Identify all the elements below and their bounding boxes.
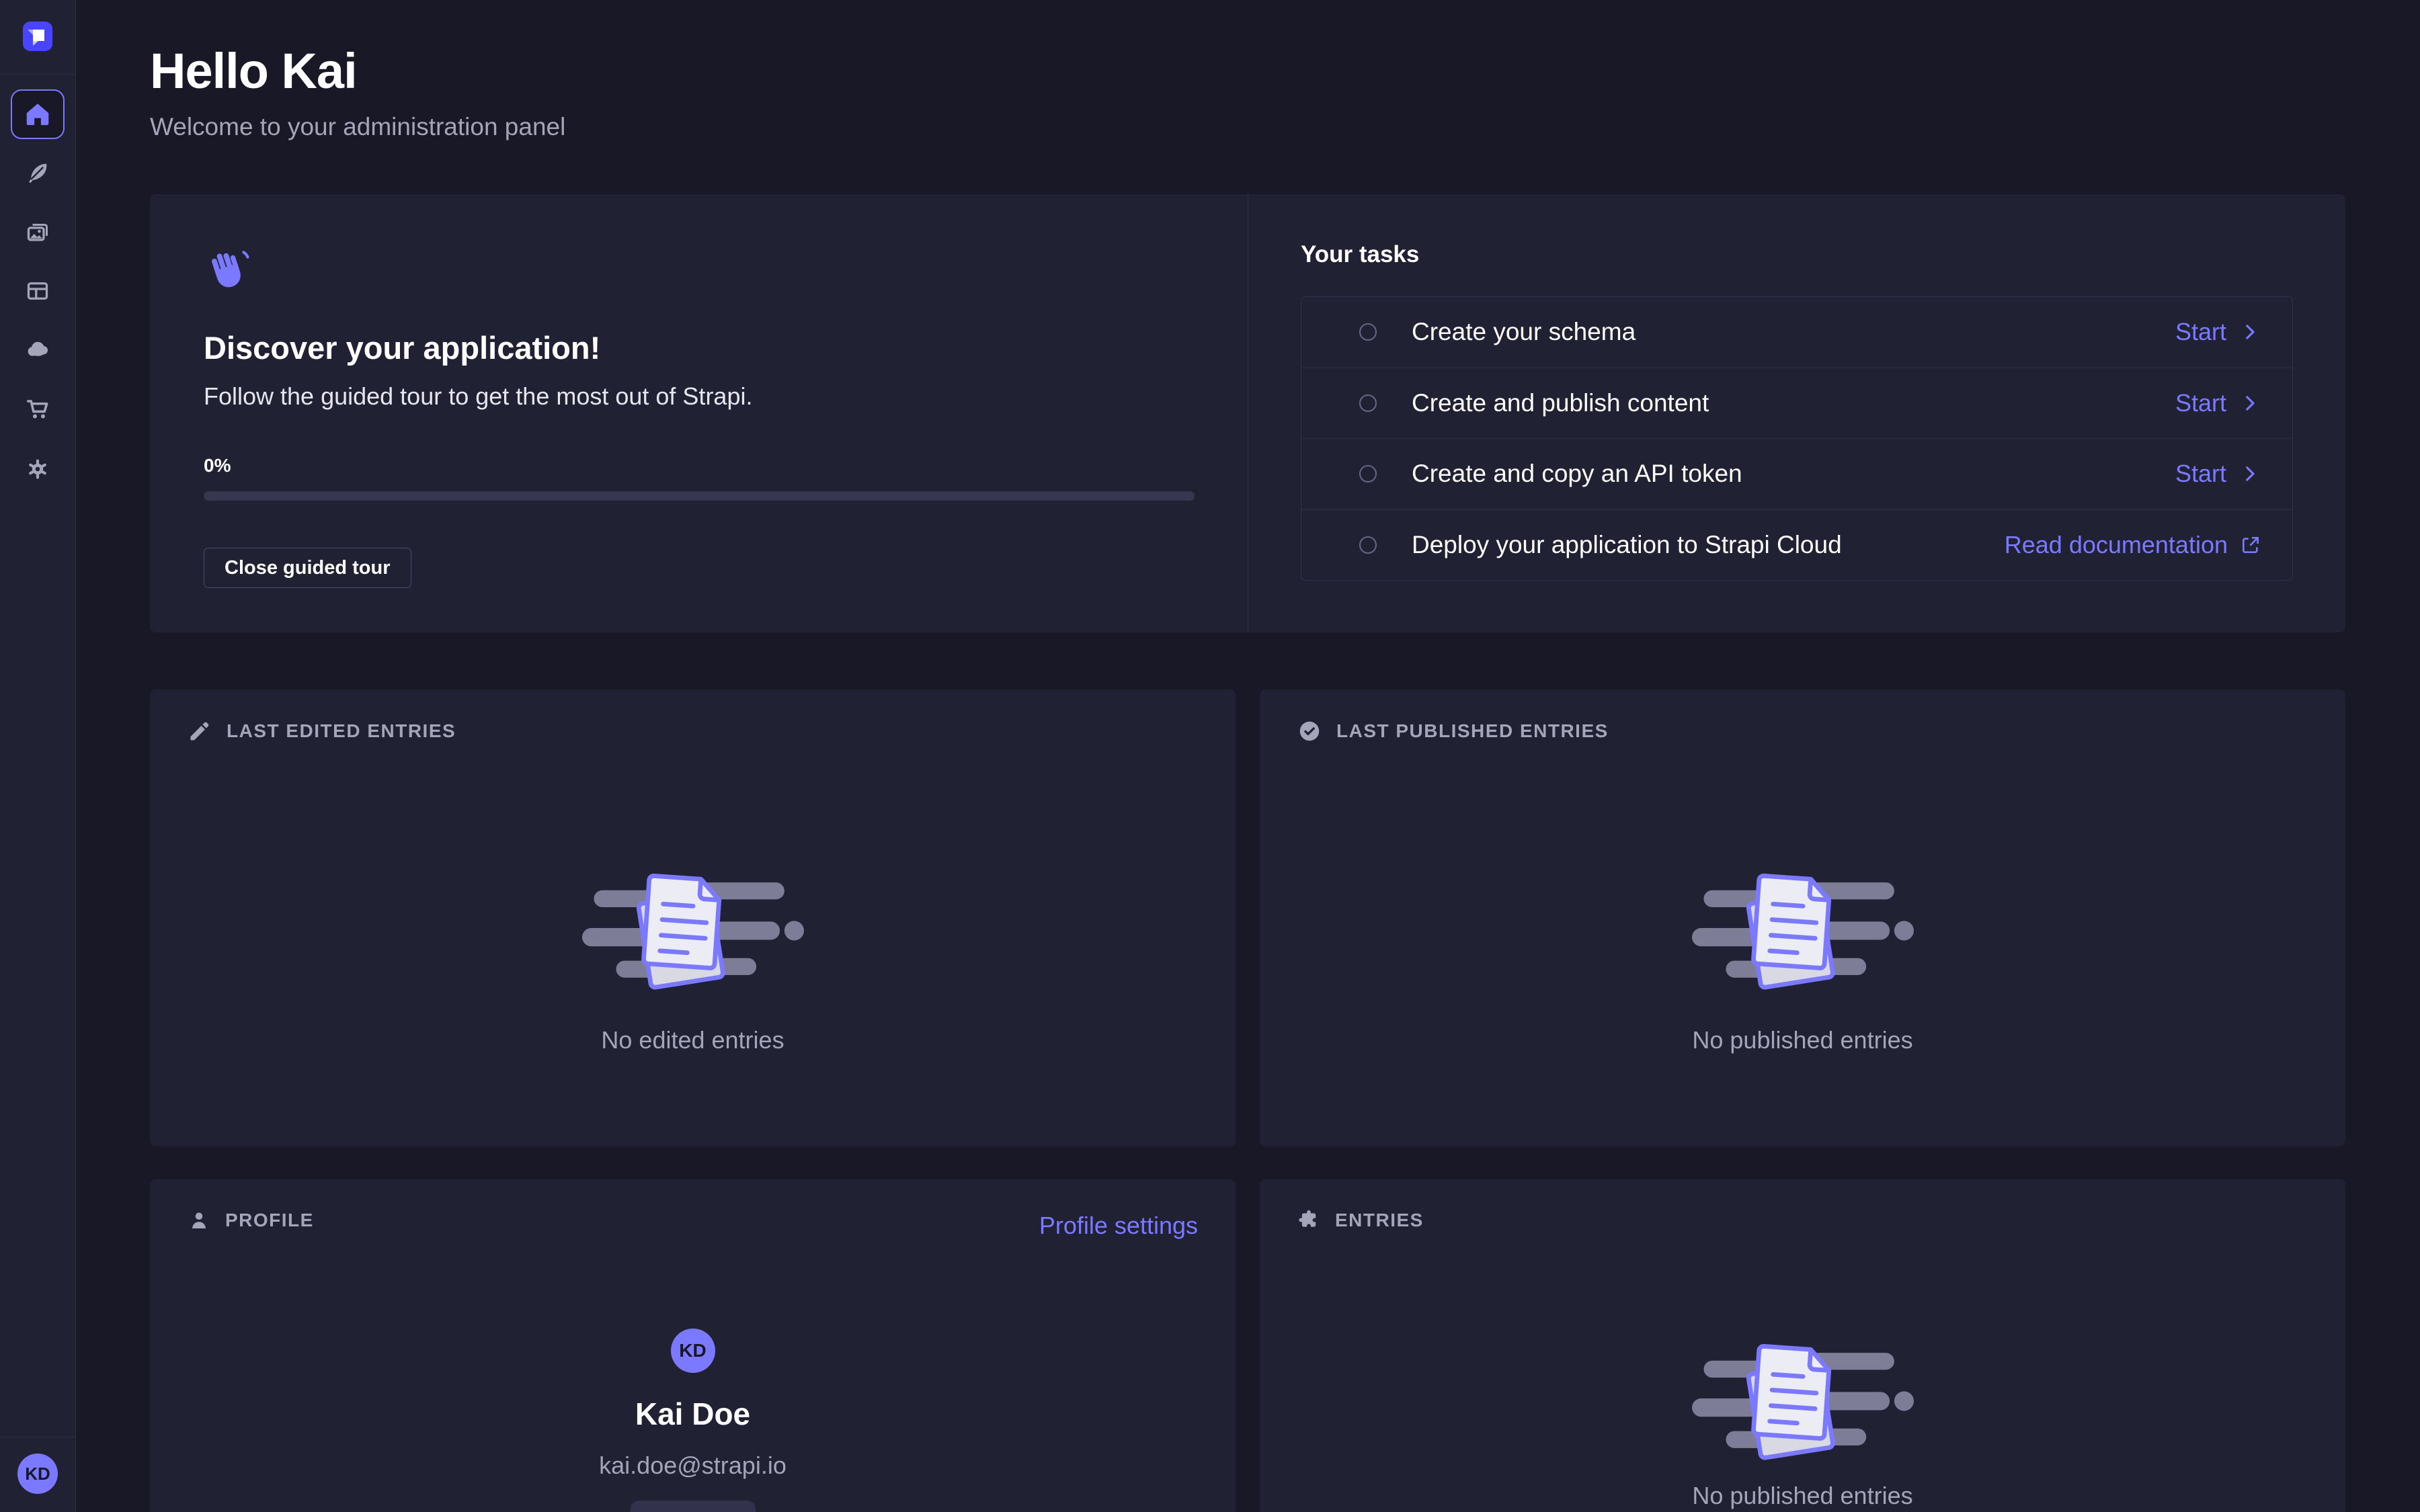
task-label: Create your schema [1412,318,2175,346]
last-published-entries-card: LAST PUBLISHED ENTRIES [1260,689,2345,1146]
guided-tour-pane: Discover your application! Follow the gu… [150,194,1248,632]
sidebar-item-media-library[interactable] [25,219,50,245]
documents-illustration [1692,1333,1914,1467]
sidebar: KD [0,0,76,1512]
tasks-list: Create your schema Start Create and publ… [1301,296,2293,581]
progress-bar [204,491,1195,501]
card-title: LAST PUBLISHED ENTRIES [1336,720,1609,742]
card-title: ENTRIES [1335,1210,1424,1231]
sidebar-item-marketplace[interactable] [25,396,50,422]
task-status-circle [1359,465,1377,482]
guided-tour-card: Discover your application! Follow the gu… [150,194,2345,632]
images-icon [26,220,50,244]
task-action-label: Read documentation [2005,531,2228,559]
task-row-api-token[interactable]: Create and copy an API token Start [1301,438,2292,509]
empty-state [1692,1333,1914,1470]
profile-role-badge [631,1501,756,1512]
empty-state-caption: No edited entries [601,1026,784,1054]
chevron-right-icon [2238,321,2261,343]
documents-illustration [1692,862,1914,997]
chevron-right-icon [2238,462,2261,485]
task-row-create-schema[interactable]: Create your schema Start [1301,297,2292,368]
sidebar-item-content-manager[interactable] [25,160,50,185]
read-documentation-link[interactable]: Read documentation [2005,531,2261,559]
cart-icon [26,397,50,421]
task-start-link[interactable]: Start [2175,460,2261,488]
profile-card: PROFILE Profile settings KD Kai Doe kai.… [150,1179,1236,1512]
person-icon [188,1209,210,1232]
card-header: LAST EDITED ENTRIES [188,719,456,743]
check-circle-icon [1297,719,1322,743]
progress-percent-label: 0% [204,455,1194,476]
card-header: PROFILE [188,1209,314,1232]
task-label: Create and copy an API token [1412,460,2175,488]
empty-state: No published entries [1260,770,2345,1146]
chevron-right-icon [2238,392,2261,415]
task-status-circle [1359,394,1377,412]
cloud-icon [25,337,50,363]
feather-icon [26,161,50,185]
user-avatar[interactable]: KD [17,1454,58,1494]
last-edited-entries-card: LAST EDITED ENTRIES [150,689,1236,1146]
strapi-logo[interactable] [23,22,52,51]
task-status-circle [1359,536,1377,554]
card-title: PROFILE [225,1210,314,1231]
puzzle-icon [1297,1209,1320,1232]
profile-name: Kai Doe [150,1396,1236,1432]
tasks-pane: Your tasks Create your schema Start Crea… [1248,194,2345,632]
page-title: Hello Kai [150,40,357,102]
empty-state-caption: No published entries [1260,1482,2345,1510]
waving-hand-icon [204,247,252,295]
profile-email: kai.doe@strapi.io [150,1452,1236,1480]
external-link-icon [2240,534,2261,556]
documents-illustration [582,862,804,997]
sidebar-item-cloud[interactable] [25,337,50,363]
entries-card: ENTRIES [1260,1179,2345,1512]
card-header: LAST PUBLISHED ENTRIES [1297,719,1609,743]
close-guided-tour-button[interactable]: Close guided tour [204,548,411,588]
task-action-label: Start [2175,460,2226,488]
sidebar-item-settings[interactable] [25,456,50,482]
sidebar-item-home[interactable] [11,89,65,139]
task-row-publish-content[interactable]: Create and publish content Start [1301,368,2292,439]
tasks-heading: Your tasks [1301,241,2293,268]
empty-state: No edited entries [150,770,1236,1146]
gear-icon [26,457,50,481]
task-action-label: Start [2175,318,2226,346]
pencil-icon [188,719,212,743]
task-label: Deploy your application to Strapi Cloud [1412,531,2005,559]
task-action-label: Start [2175,389,2226,417]
empty-state-caption: No published entries [1692,1026,1912,1054]
task-status-circle [1359,323,1377,341]
page-subtitle: Welcome to your administration panel [150,113,565,141]
strapi-logo-icon [24,23,51,50]
profile-settings-link[interactable]: Profile settings [1039,1212,1198,1240]
layout-icon [26,279,50,303]
task-label: Create and publish content [1412,389,2175,417]
task-row-deploy-cloud[interactable]: Deploy your application to Strapi Cloud … [1301,509,2292,581]
sidebar-item-content-type-builder[interactable] [25,278,50,304]
strapi-admin-dashboard: KD Hello Kai Welcome to your administrat… [0,0,2420,1512]
task-start-link[interactable]: Start [2175,389,2261,417]
card-header: ENTRIES [1297,1209,1424,1232]
home-icon [24,100,52,128]
sidebar-divider [0,74,75,75]
guided-tour-subtitle: Follow the guided tour to get the most o… [204,382,1194,411]
card-title: LAST EDITED ENTRIES [227,720,456,742]
profile-avatar: KD [671,1329,715,1373]
task-start-link[interactable]: Start [2175,318,2261,346]
guided-tour-title: Discover your application! [204,329,1194,366]
